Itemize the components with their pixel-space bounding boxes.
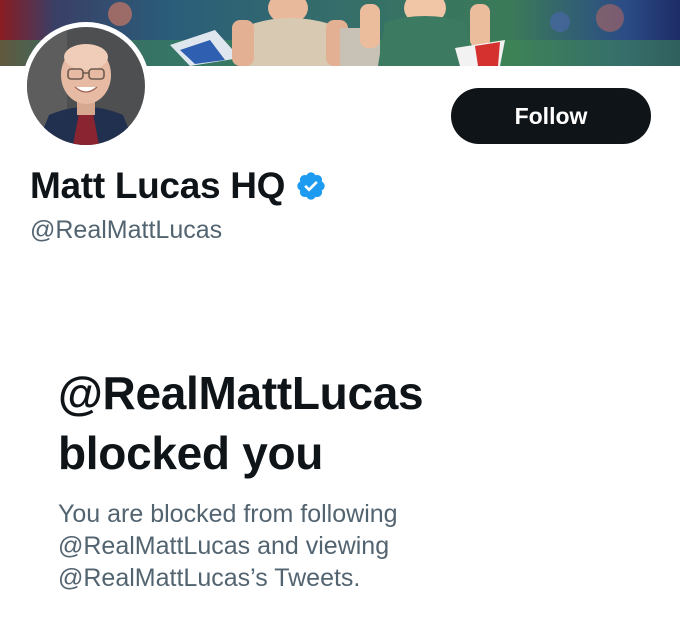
display-name: Matt Lucas HQ <box>30 165 286 206</box>
verified-badge-icon[interactable] <box>295 170 327 202</box>
blocked-title-line-2: blocked you <box>58 427 324 479</box>
avatar-photo <box>27 27 145 145</box>
profile-handle: @RealMattLucas <box>30 216 223 244</box>
blocked-desc-line-3: @RealMattLucas’s Tweets. <box>58 564 361 592</box>
blocked-desc-line-2: @RealMattLucas and viewing <box>58 532 390 560</box>
follow-button[interactable]: Follow <box>451 88 651 144</box>
blocked-title-line-1: @RealMattLucas <box>58 367 424 419</box>
profile-avatar[interactable] <box>22 22 150 150</box>
blocked-description: You are blocked from following @RealMatt… <box>58 498 658 594</box>
display-name-row: Matt Lucas HQ <box>30 163 327 209</box>
profile-page: Follow Matt Lucas HQ @RealMattLucas @Rea… <box>0 0 680 623</box>
blocked-desc-line-1: You are blocked from following <box>58 500 398 528</box>
blocked-title: @RealMattLucas blocked you <box>58 363 658 483</box>
